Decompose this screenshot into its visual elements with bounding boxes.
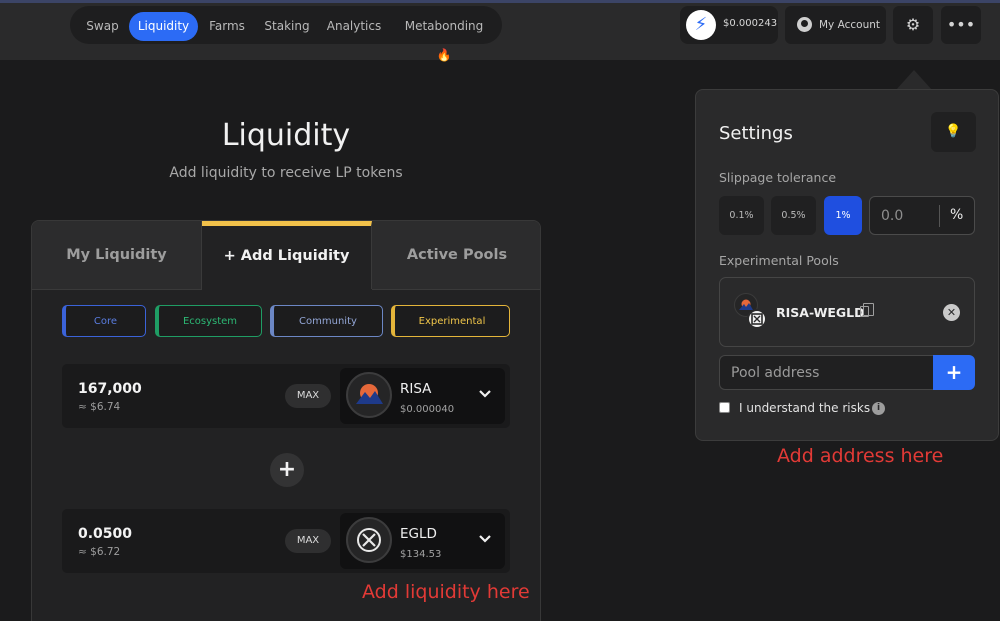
user-icon: [797, 17, 812, 32]
risk-checkbox[interactable]: [719, 402, 730, 413]
annotation-add-address: Add address here: [777, 445, 944, 467]
category-ecosystem[interactable]: Ecosystem: [155, 305, 262, 337]
slippage-custom-input[interactable]: 0.0 %: [869, 196, 975, 235]
settings-popover-caret: [896, 70, 932, 90]
nav-metabonding[interactable]: Metabonding 🔥: [398, 12, 490, 62]
slippage-custom-value: 0.0: [881, 208, 904, 224]
settings-popover: Settings 💡 Slippage tolerance 0.1% 0.5% …: [695, 89, 999, 441]
liquidity-panel: My Liquidity + Add Liquidity Active Pool…: [31, 220, 541, 621]
nav-liquidity[interactable]: Liquidity: [129, 12, 198, 41]
nav-swap[interactable]: Swap: [80, 12, 125, 41]
top-bar: Swap Liquidity Farms Staking Analytics M…: [0, 0, 1000, 62]
pool-name: RISA-WEGLD: [776, 305, 865, 320]
my-account-button[interactable]: My Account: [785, 6, 886, 44]
category-core[interactable]: Core: [62, 305, 146, 337]
slippage-option-0-5[interactable]: 0.5%: [771, 196, 816, 235]
settings-button[interactable]: ⚙: [893, 6, 933, 44]
category-experimental[interactable]: Experimental: [391, 305, 510, 337]
annotation-add-liquidity: Add liquidity here: [362, 581, 530, 603]
chevron-down-icon: [479, 532, 491, 548]
more-button[interactable]: •••: [941, 6, 981, 44]
lightning-icon: ⚡: [686, 10, 716, 40]
pool-address-field[interactable]: [719, 355, 933, 390]
lightbulb-icon: 💡: [945, 124, 962, 139]
tab-my-liquidity[interactable]: My Liquidity: [32, 221, 202, 289]
copy-icon[interactable]: [860, 303, 874, 317]
nav-analytics[interactable]: Analytics: [326, 12, 382, 41]
nav-farms[interactable]: Farms: [204, 12, 250, 41]
percent-sign: %: [950, 207, 964, 223]
token-a-max-button[interactable]: MAX: [285, 384, 331, 408]
risk-label: I understand the risks: [739, 401, 871, 415]
token-b-price: $134.53: [400, 549, 442, 560]
page-title: Liquidity: [221, 118, 351, 153]
plus-icon: +: [270, 453, 304, 487]
close-icon[interactable]: ✕: [943, 304, 960, 321]
experimental-pools-label: Experimental Pools: [719, 253, 839, 268]
token-a-symbol: RISA: [400, 381, 432, 397]
risa-icon: [346, 372, 392, 418]
token-balance-button[interactable]: ⚡ $0.000243: [680, 6, 778, 44]
token-a-amount[interactable]: 167,000: [78, 381, 142, 397]
chevron-down-icon: [479, 387, 491, 403]
wegld-icon: [747, 309, 767, 329]
egld-icon: [346, 517, 392, 563]
token-a-usd: ≈ $6.74: [78, 401, 121, 413]
slippage-label: Slippage tolerance: [719, 170, 837, 185]
add-pool-button[interactable]: +: [933, 355, 975, 390]
token-b-row: 0.0500 ≈ $6.72 MAX EGLD $134.53: [62, 509, 510, 573]
token-b-usd: ≈ $6.72: [78, 546, 121, 558]
category-community[interactable]: Community: [270, 305, 383, 337]
theme-toggle-button[interactable]: 💡: [931, 112, 976, 152]
token-a-price: $0.000040: [400, 404, 455, 415]
settings-title: Settings: [719, 123, 793, 144]
info-icon[interactable]: i: [872, 402, 885, 415]
experimental-pool-item: RISA-WEGLD ✕: [719, 277, 975, 347]
token-a-row: 167,000 ≈ $6.74 MAX RISA $0.000040: [62, 364, 510, 428]
slippage-option-0-1[interactable]: 0.1%: [719, 196, 764, 235]
nav-staking[interactable]: Staking: [264, 12, 310, 41]
more-dots-icon: •••: [946, 15, 976, 34]
account-label: My Account: [819, 19, 881, 31]
tab-active-pools[interactable]: Active Pools: [372, 221, 540, 289]
main-nav: Swap Liquidity Farms Staking Analytics M…: [70, 6, 502, 62]
slippage-option-1[interactable]: 1%: [824, 196, 862, 235]
token-a-selector[interactable]: RISA $0.000040: [340, 368, 505, 424]
token-b-amount[interactable]: 0.0500: [78, 526, 132, 542]
pool-address-input[interactable]: [720, 356, 933, 389]
token-b-max-button[interactable]: MAX: [285, 529, 331, 553]
token-b-symbol: EGLD: [400, 526, 437, 542]
gear-icon: ⚙: [905, 15, 921, 34]
page-subtitle: Add liquidity to receive LP tokens: [169, 165, 403, 181]
token-b-selector[interactable]: EGLD $134.53: [340, 513, 505, 569]
balance-value: $0.000243: [723, 18, 778, 29]
tab-add-liquidity[interactable]: + Add Liquidity: [202, 221, 372, 289]
